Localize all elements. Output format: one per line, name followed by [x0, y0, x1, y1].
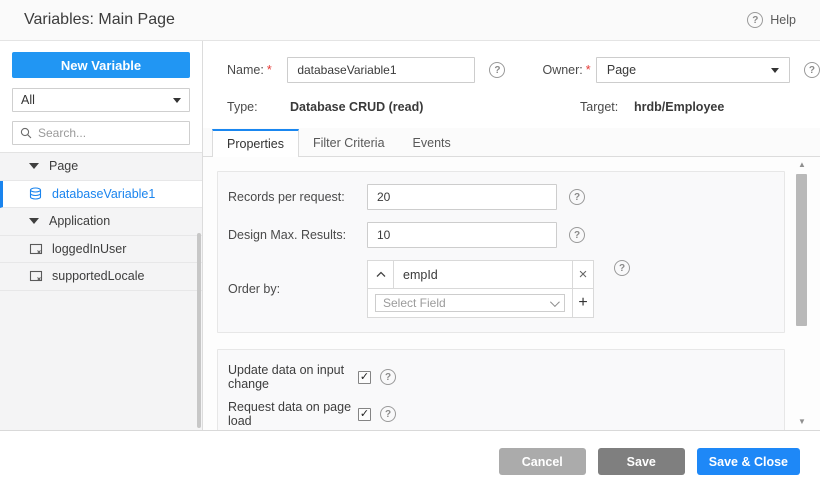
required-asterisk: * — [586, 63, 591, 77]
static-variable-icon — [29, 242, 43, 256]
order-by-label: Order by: — [228, 282, 367, 296]
new-variable-button[interactable]: New Variable — [12, 52, 190, 78]
scrollbar-thumb[interactable] — [796, 174, 807, 326]
select-field-dropdown[interactable]: Select Field — [375, 294, 565, 312]
caret-down-icon — [771, 68, 779, 73]
chevron-up-icon — [376, 271, 386, 278]
help-icon — [747, 12, 763, 28]
save-and-close-button[interactable]: Save & Close — [697, 448, 800, 475]
scroll-up-icon[interactable]: ▲ — [798, 160, 806, 170]
search-icon — [20, 127, 32, 139]
database-variable-icon — [29, 187, 43, 201]
data-settings-panel: Records per request: Design Max. Results… — [217, 171, 785, 333]
dialog-footer: Cancel Save Save & Close — [0, 430, 820, 490]
type-label: Type: — [227, 100, 290, 114]
tree-group-page[interactable]: Page — [0, 153, 202, 181]
sort-direction-asc-button[interactable] — [368, 261, 394, 288]
tree-group-label: Application — [49, 214, 110, 228]
variables-tree: Page databaseVariable1 Application — [0, 152, 202, 430]
tree-item-loggedinuser[interactable]: loggedInUser — [0, 236, 202, 264]
remove-order-field-button[interactable] — [572, 261, 593, 288]
records-per-request-input[interactable] — [367, 184, 557, 210]
target-value: hrdb/Employee — [634, 100, 724, 114]
static-variable-icon — [29, 269, 43, 283]
collapse-triangle-icon — [29, 163, 39, 169]
help-link[interactable]: Help — [747, 12, 796, 28]
add-order-field-button[interactable] — [572, 289, 593, 317]
scrollbar-track[interactable] — [794, 170, 810, 417]
variable-search-box — [12, 121, 190, 145]
order-by-widget: empId Select Field — [367, 260, 594, 318]
records-per-request-help-icon[interactable] — [569, 189, 585, 205]
request-on-load-help-icon[interactable] — [380, 406, 396, 422]
design-max-results-help-icon[interactable] — [569, 227, 585, 243]
caret-down-icon — [173, 98, 181, 103]
collapse-triangle-icon — [29, 218, 39, 224]
owner-select[interactable]: Page — [596, 57, 790, 83]
update-on-input-help-icon[interactable] — [380, 369, 396, 385]
tree-item-supportedlocale[interactable]: supportedLocale — [0, 263, 202, 291]
tree-group-label: Page — [49, 159, 78, 173]
name-label: Name:* — [227, 63, 287, 77]
type-value: Database CRUD (read) — [290, 100, 543, 114]
order-by-field-value: empId — [394, 261, 572, 288]
name-help-icon[interactable] — [489, 62, 505, 78]
owner-help-icon[interactable] — [804, 62, 820, 78]
chevron-down-icon — [550, 297, 560, 307]
request-on-load-checkbox[interactable] — [358, 408, 371, 421]
update-on-input-label: Update data on input change — [228, 363, 358, 391]
select-field-placeholder: Select Field — [383, 296, 446, 310]
order-by-help-icon[interactable] — [614, 260, 630, 276]
page-header: Variables: Main Page Help — [0, 0, 820, 41]
variable-header: Name:* Owner:* Page Type: Database CRUD … — [203, 41, 820, 128]
tab-events[interactable]: Events — [399, 128, 465, 157]
tree-item-label: loggedInUser — [52, 242, 126, 256]
design-max-results-input[interactable] — [367, 222, 557, 248]
page-title: Variables: Main Page — [24, 11, 175, 29]
tree-item-label: databaseVariable1 — [52, 187, 155, 201]
variable-filter-value: All — [21, 93, 35, 107]
update-on-input-checkbox[interactable] — [358, 371, 371, 384]
tree-item-databasevariable1[interactable]: databaseVariable1 — [0, 181, 202, 209]
sidebar-scrollbar-thumb[interactable] — [197, 233, 201, 428]
search-input[interactable] — [38, 126, 182, 140]
save-button[interactable]: Save — [598, 448, 685, 475]
target-label: Target: — [580, 100, 634, 114]
variable-filter-select[interactable]: All — [12, 88, 190, 112]
behavior-panel: Update data on input change Request data… — [217, 349, 785, 430]
variable-name-input[interactable] — [287, 57, 475, 83]
owner-value: Page — [607, 63, 636, 77]
variables-sidebar: New Variable All Page — [0, 41, 203, 430]
design-max-results-label: Design Max. Results: — [228, 228, 367, 242]
records-per-request-label: Records per request: — [228, 190, 367, 204]
help-label: Help — [770, 13, 796, 27]
request-on-load-label: Request data on page load — [228, 400, 358, 428]
properties-tab-content: Records per request: Design Max. Results… — [203, 157, 820, 430]
tab-properties[interactable]: Properties — [212, 129, 299, 158]
tree-group-application[interactable]: Application — [0, 208, 202, 236]
variable-detail-pane: Name:* Owner:* Page Type: Database CRUD … — [203, 41, 820, 430]
owner-label: Owner:* — [542, 63, 595, 77]
tab-filter-criteria[interactable]: Filter Criteria — [299, 128, 399, 157]
content-scrollbar[interactable]: ▲ ▼ — [794, 160, 810, 427]
cancel-button[interactable]: Cancel — [499, 448, 586, 475]
tree-item-label: supportedLocale — [52, 269, 144, 283]
variable-tabs: Properties Filter Criteria Events — [203, 128, 820, 157]
required-asterisk: * — [267, 63, 272, 77]
scroll-down-icon[interactable]: ▼ — [798, 417, 806, 427]
